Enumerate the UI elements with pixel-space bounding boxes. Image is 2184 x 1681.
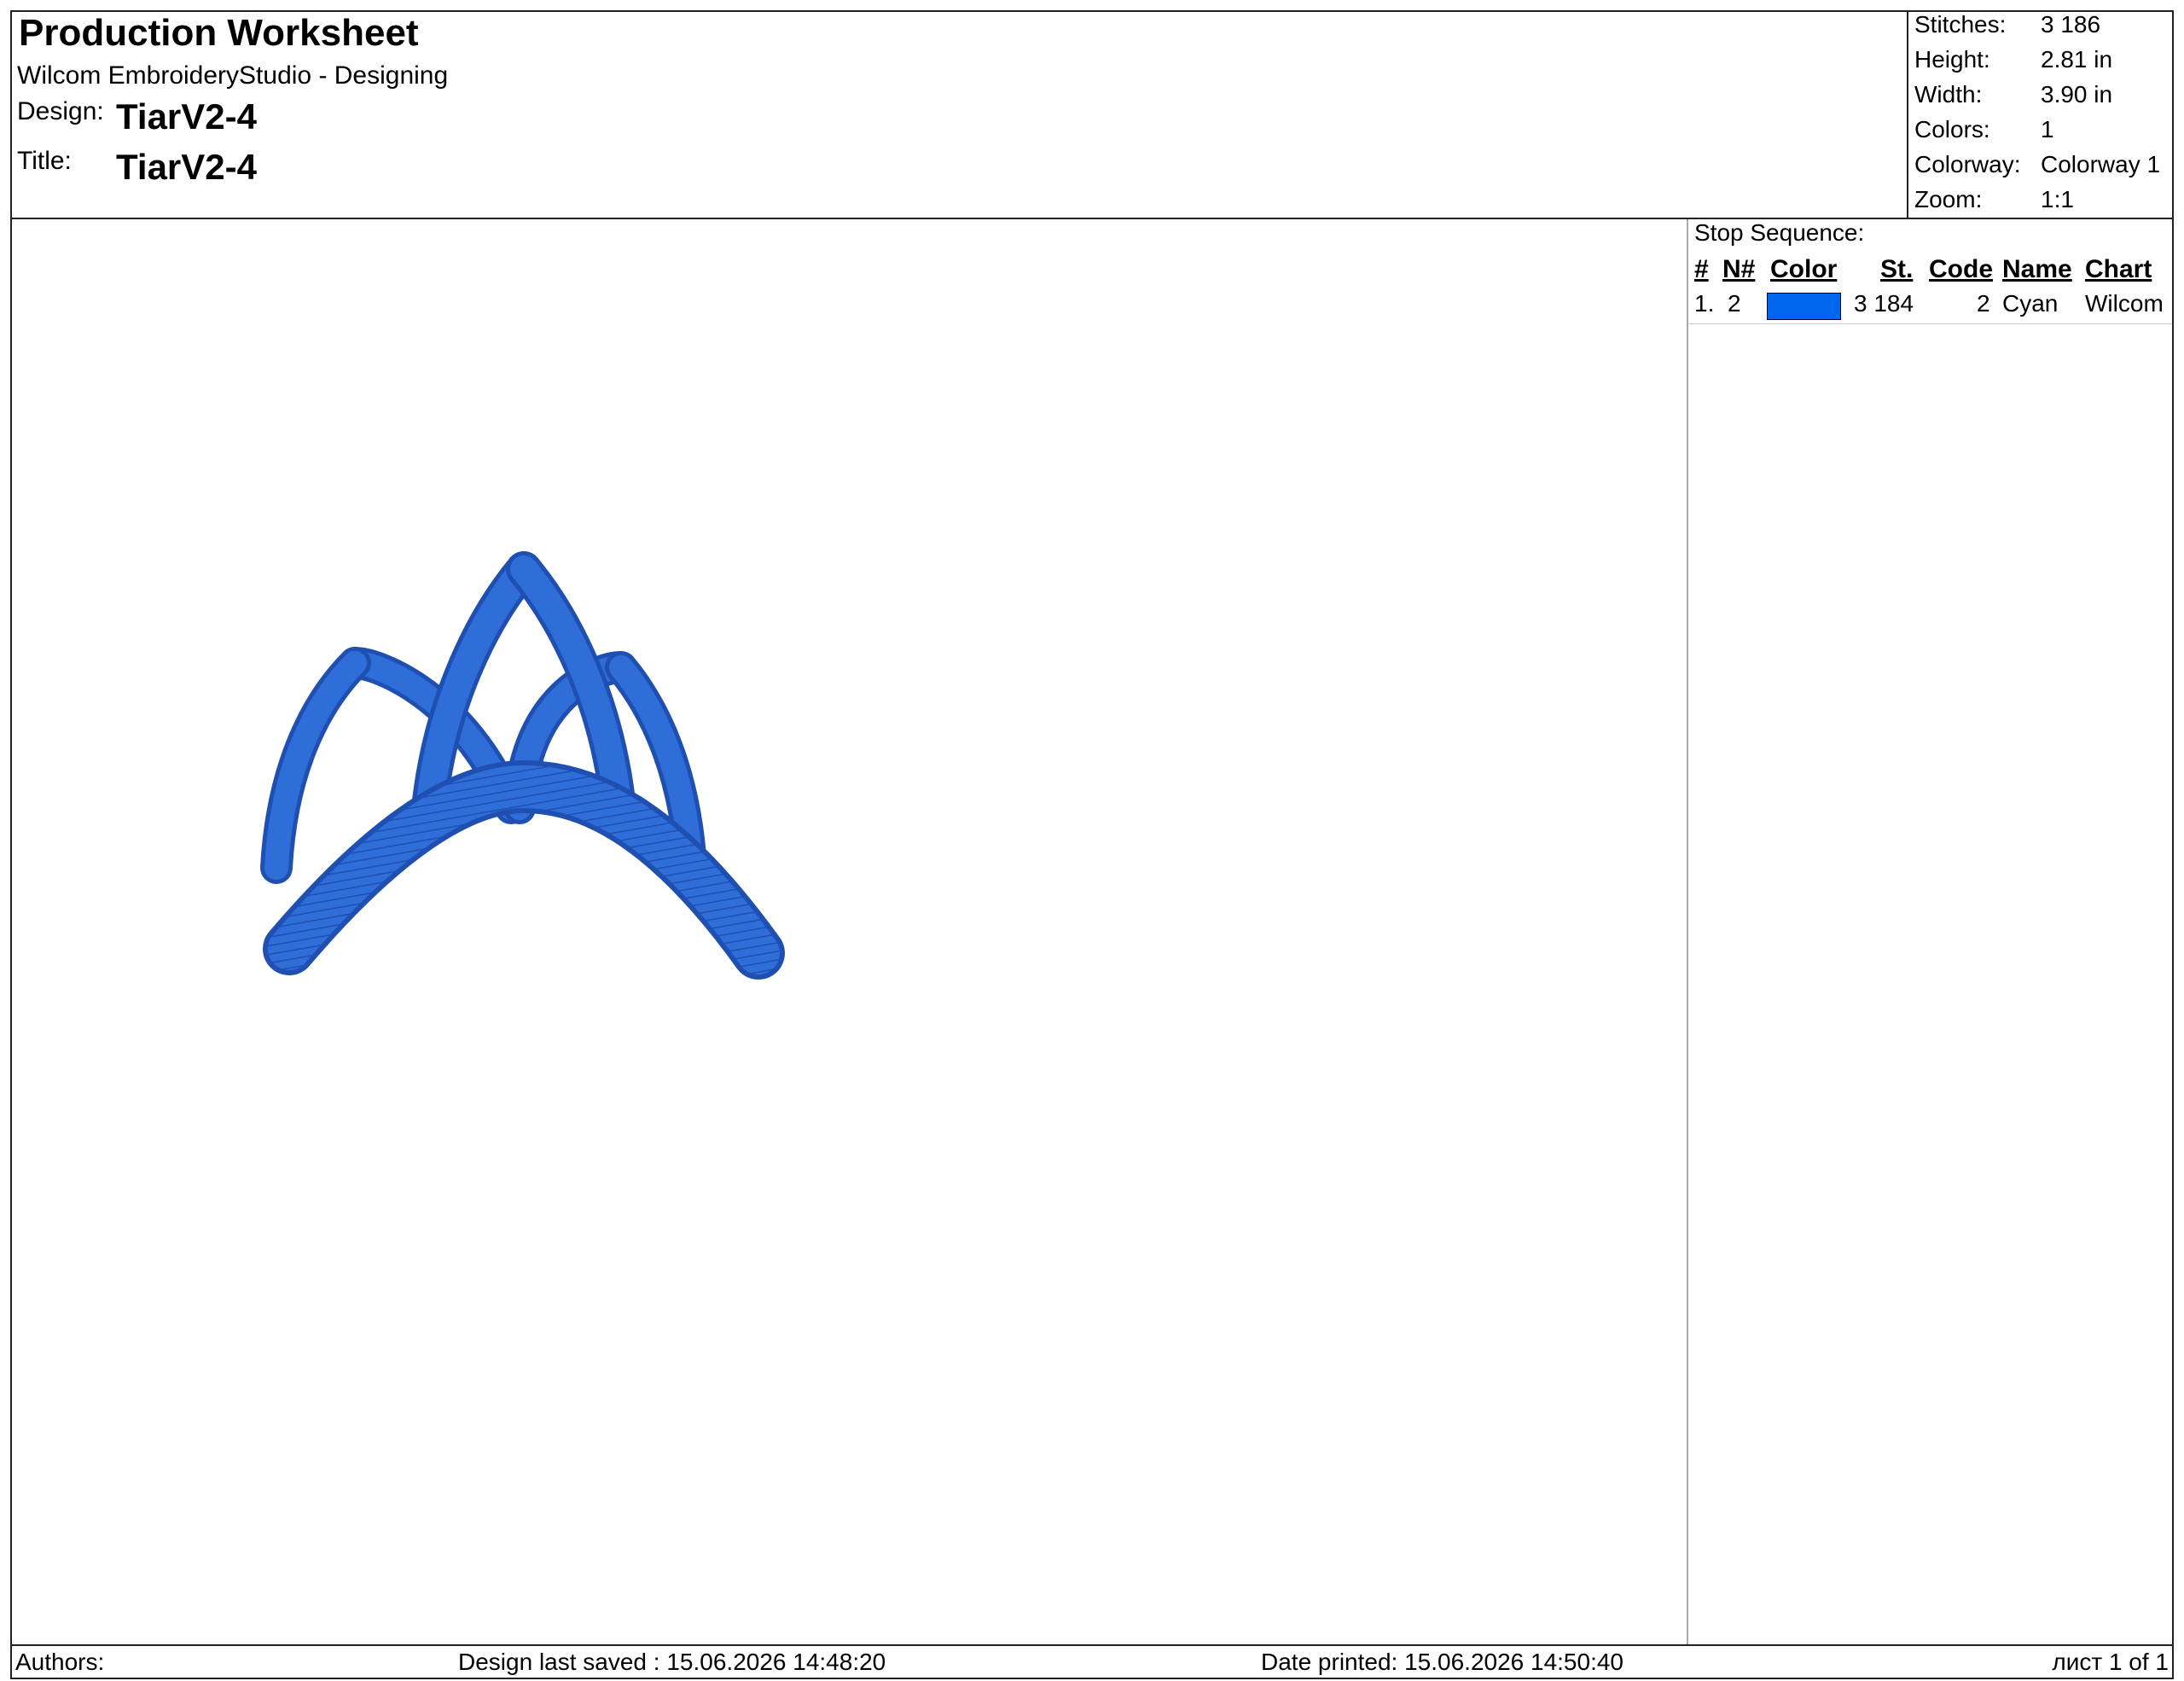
stop-sequence-title: Stop Sequence: bbox=[1694, 219, 1865, 246]
design-name: TiarV2-4 bbox=[116, 96, 257, 137]
stat-label: Width: bbox=[1914, 81, 1983, 108]
stat-value: 3 186 bbox=[2041, 11, 2101, 38]
title-label: Title: bbox=[17, 147, 72, 175]
stat-value: 3.90 in bbox=[2041, 81, 2113, 108]
stat-width: Width: 3.90 in bbox=[1908, 80, 2174, 115]
row-number: 1. bbox=[1694, 290, 1715, 317]
row-chart: Wilcom bbox=[2085, 290, 2164, 317]
design-stats-panel: Stitches: 3 186 Height: 2.81 in Width: 3… bbox=[1907, 10, 2174, 218]
column-header-name: Name bbox=[2002, 255, 2072, 283]
stat-value: 1:1 bbox=[2041, 186, 2074, 212]
stat-label: Colors: bbox=[1914, 116, 1990, 143]
print-date: Date printed: 15.06.2026 14:50:40 bbox=[1261, 1649, 1624, 1675]
row-divider bbox=[1688, 323, 2172, 324]
column-header-color: Color bbox=[1770, 255, 1838, 283]
column-header-chart: Chart bbox=[2085, 255, 2152, 283]
stat-label: Zoom: bbox=[1914, 186, 1983, 212]
stat-stitches: Stitches: 3 186 bbox=[1908, 10, 2174, 45]
last-saved-date: Design last saved : 15.06.2026 14:48:20 bbox=[458, 1649, 886, 1675]
row-code: 2 bbox=[1977, 290, 1990, 317]
tiara-embroidery-design bbox=[260, 551, 785, 980]
design-label: Design: bbox=[17, 97, 104, 125]
worksheet-header: Production Worksheet Wilcom EmbroiderySt… bbox=[10, 10, 2174, 219]
page-number: лист 1 of 1 bbox=[2052, 1649, 2169, 1675]
stat-colorway: Colorway: Colorway 1 bbox=[1908, 150, 2174, 185]
design-preview-canvas bbox=[12, 219, 1687, 1644]
authors-label: Authors: bbox=[15, 1649, 105, 1675]
worksheet-title: Production Worksheet bbox=[19, 12, 419, 54]
column-header-code: Code bbox=[1929, 255, 1993, 283]
application-name: Wilcom EmbroideryStudio - Designing bbox=[17, 61, 449, 90]
thread-color-swatch bbox=[1767, 293, 1841, 320]
stat-label: Stitches: bbox=[1914, 11, 2007, 38]
row-thread-name: Cyan bbox=[2002, 290, 2059, 317]
worksheet-footer: Authors: Design last saved : 15.06.2026 … bbox=[10, 1644, 2174, 1679]
stat-value: Colorway 1 bbox=[2041, 151, 2161, 177]
row-stitches: 3 184 bbox=[1854, 290, 1914, 317]
stat-value: 1 bbox=[2041, 116, 2054, 143]
stat-height: Height: 2.81 in bbox=[1908, 45, 2174, 80]
stat-zoom: Zoom: 1:1 bbox=[1908, 185, 2174, 220]
stat-label: Height: bbox=[1914, 46, 1990, 73]
stop-sequence-panel: Stop Sequence: # N# Color St. Code Name … bbox=[1687, 219, 2172, 1644]
row-needle: 2 bbox=[1728, 290, 1741, 317]
stat-label: Colorway: bbox=[1914, 151, 2021, 177]
stat-value: 2.81 in bbox=[2041, 46, 2113, 73]
design-title: TiarV2-4 bbox=[116, 147, 257, 187]
column-header-stitches: St. bbox=[1880, 255, 1914, 283]
column-header-number: # bbox=[1694, 255, 1709, 283]
stat-colors: Colors: 1 bbox=[1908, 115, 2174, 150]
column-header-needle: N# bbox=[1722, 255, 1756, 283]
